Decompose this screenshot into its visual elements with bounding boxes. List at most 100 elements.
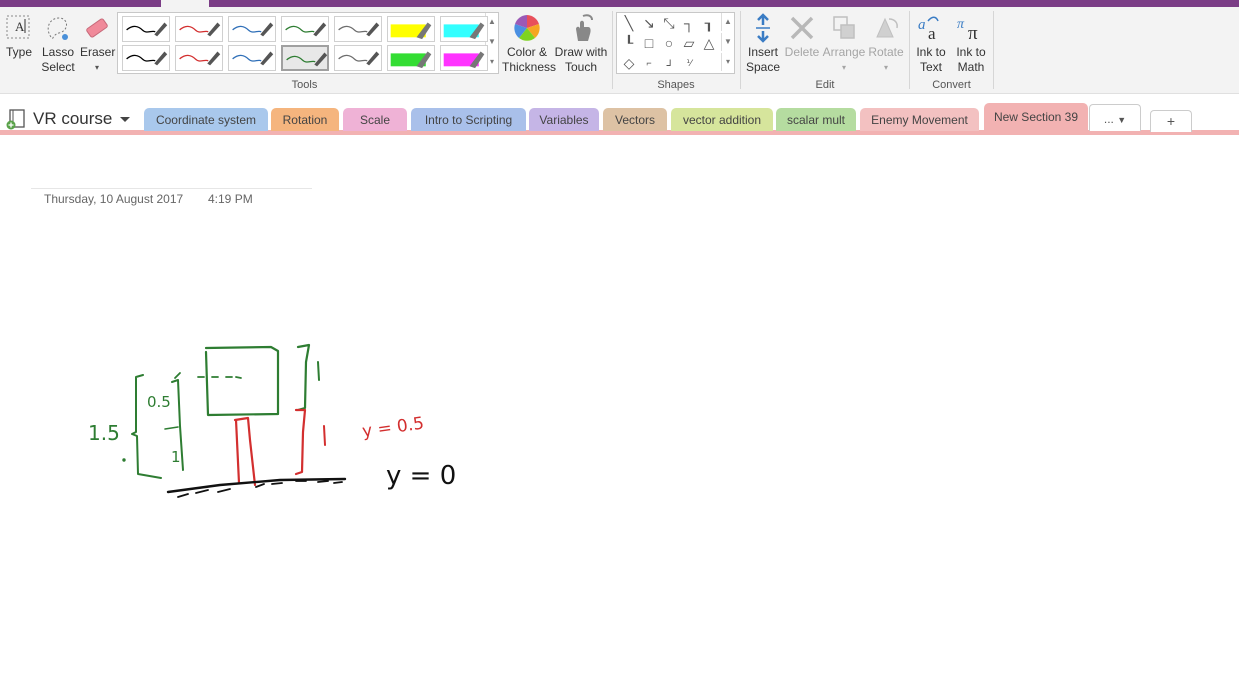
highlighter-swatch[interactable] [387, 45, 435, 71]
highlighter-swatch[interactable] [440, 45, 488, 71]
draw-with-touch-label: Draw with Touch [554, 45, 608, 74]
ink-label-half[interactable]: 0.5 [147, 393, 171, 411]
corner-axis-shape-icon[interactable]: ┖ [619, 34, 639, 52]
section-tab[interactable]: Variables [529, 108, 599, 131]
section-tab[interactable]: Rotation [271, 108, 339, 131]
ink-to-text-button[interactable]: a a Ink to Text [912, 13, 950, 75]
pen-swatch[interactable] [228, 16, 276, 42]
section-tab[interactable]: Vectors [603, 108, 667, 131]
section-tab[interactable]: Scale [343, 108, 407, 131]
notebook-picker[interactable]: VR course [5, 105, 131, 133]
group-separator [740, 11, 741, 89]
shapes-scroll-up-icon[interactable]: ▲ [721, 13, 734, 31]
page-date: Thursday, 10 August 2017 [44, 192, 184, 206]
section-tab[interactable]: Coordinate system [144, 108, 268, 131]
more-sections-dropdown-icon: ▼ [1117, 115, 1127, 125]
rectangle-shape-icon[interactable]: □ [639, 34, 659, 52]
eraser-dropdown-icon[interactable]: ▾ [80, 60, 114, 75]
graph-xy-shape-icon[interactable]: ⅟ [679, 54, 699, 72]
type-button[interactable]: A Type [3, 13, 35, 60]
svg-text:a: a [918, 17, 926, 33]
rotate-label: Rotate [868, 45, 904, 59]
pen-swatch[interactable] [122, 16, 170, 42]
ellipse-shape-icon[interactable]: ○ [659, 34, 679, 52]
arrow-shape-icon[interactable]: ↘ [639, 14, 659, 32]
pen-icon [232, 22, 274, 37]
more-sections-label: ... [1103, 112, 1114, 126]
ink-label-y-zero[interactable]: y = 0 [386, 461, 456, 491]
draw-with-touch-button[interactable]: Draw with Touch [553, 13, 609, 75]
shapes-scroll-down-icon[interactable]: ▼ [721, 33, 734, 51]
section-tab[interactable]: Enemy Movement [860, 108, 979, 131]
pen-swatch[interactable] [334, 45, 382, 71]
ink-bracket[interactable] [294, 408, 307, 476]
arrange-icon [833, 16, 855, 39]
shapes-expand-icon[interactable]: ▾ [721, 53, 734, 71]
rotate-button[interactable]: Rotate ▾ [866, 13, 906, 75]
more-sections-tab[interactable]: ... ▼ [1089, 104, 1141, 131]
section-tab[interactable]: New Section 39 [984, 103, 1088, 131]
insert-space-button[interactable]: Insert Space [744, 13, 782, 75]
pen-swatch[interactable] [281, 45, 329, 71]
pen-swatch[interactable] [334, 16, 382, 42]
pen-swatch[interactable] [175, 45, 223, 71]
ink-hatching[interactable] [177, 480, 343, 498]
section-tab[interactable]: scalar mult [776, 108, 856, 131]
pen-swatch[interactable] [281, 16, 329, 42]
shapes-group-label: Shapes [657, 79, 695, 91]
arrange-button[interactable]: Arrange ▾ [822, 13, 866, 75]
axis-shape-icon[interactable]: ┐ [679, 14, 699, 32]
pen-swatch[interactable] [228, 45, 276, 71]
color-thickness-button[interactable]: Color & Thickness [502, 13, 556, 75]
section-tab[interactable]: Intro to Scripting [411, 108, 526, 131]
section-tab[interactable]: vector addition [671, 108, 773, 131]
parallelogram-shape-icon[interactable]: ▱ [679, 34, 699, 52]
triangle-shape-icon[interactable]: △ [699, 34, 719, 52]
ink-label-one-half[interactable]: 1.5 [88, 421, 120, 445]
graph-shape-icon[interactable]: ⌐ [639, 54, 659, 72]
lasso-label: Lasso Select [41, 45, 75, 74]
rotate-icon [876, 17, 898, 38]
rotate-dropdown-icon[interactable]: ▾ [866, 60, 906, 75]
ink-to-math-label: Ink to Math [956, 45, 986, 74]
page-time: 4:19 PM [208, 192, 253, 206]
pen-swatch[interactable] [122, 45, 170, 71]
ink-label-y-half[interactable]: y = 0.5 [361, 413, 425, 441]
ink-dashed-line[interactable] [174, 372, 242, 379]
line-shape-icon[interactable]: ╲ [619, 14, 639, 32]
double-arrow-shape-icon[interactable]: ⤡ [659, 14, 679, 32]
axis-arrow-shape-icon[interactable]: ┒ [699, 14, 719, 32]
arrange-dropdown-icon[interactable]: ▾ [822, 60, 866, 75]
shapes-gallery[interactable]: ╲ ↘ ⤡ ┐ ┒ ┖ □ ○ ▱ △ ◇ ⌐ ⅃ ⅟ ▲ ▼ ▾ [616, 12, 735, 74]
ink-digit-stroke[interactable] [323, 425, 326, 446]
active-ribbon-tab[interactable] [161, 0, 209, 7]
pen-icon [179, 22, 221, 37]
pen-swatch[interactable] [175, 16, 223, 42]
pen-gallery[interactable]: ▲ ▼ ▾ [117, 12, 499, 74]
lasso-select-button[interactable]: Lasso Select [40, 13, 76, 75]
insert-space-icon [756, 13, 770, 43]
eraser-button[interactable]: Eraser ▾ [80, 13, 115, 75]
ink-label-one[interactable]: 1 [171, 448, 181, 466]
page-title-line[interactable] [31, 188, 312, 189]
delete-button[interactable]: Delete [783, 13, 821, 60]
ink-bracket[interactable] [296, 343, 311, 412]
diamond-shape-icon[interactable]: ◇ [619, 54, 639, 72]
delete-label: Delete [784, 45, 820, 59]
group-separator [909, 11, 910, 89]
highlighter-swatch[interactable] [387, 16, 435, 42]
ink-tick[interactable] [164, 426, 179, 430]
group-separator [993, 11, 994, 89]
ink-digit-stroke[interactable] [317, 361, 320, 381]
ink-box[interactable] [204, 345, 280, 417]
ink-bracket[interactable] [131, 374, 162, 479]
ink-to-math-button[interactable]: π π Ink to Math [951, 13, 991, 75]
graph3-shape-icon[interactable]: ⅃ [659, 54, 679, 72]
ink-bracket[interactable] [171, 379, 184, 471]
notebook-dropdown-icon[interactable] [120, 116, 131, 122]
add-section-tab[interactable]: + [1150, 110, 1192, 132]
ink-leg[interactable] [233, 416, 257, 487]
ink-ground[interactable] [166, 477, 347, 494]
type-icon: A [6, 15, 30, 39]
highlighter-swatch[interactable] [440, 16, 488, 42]
